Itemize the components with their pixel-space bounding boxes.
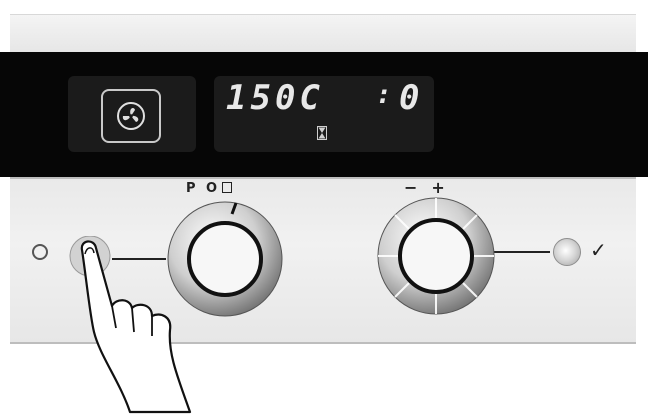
time-readout: 0 (399, 78, 424, 118)
minus-label: − (404, 178, 432, 197)
left-knob-label: P O (186, 181, 233, 196)
fan-icon (117, 102, 145, 130)
connector-line-right (494, 251, 550, 253)
left-knob-label-text: P O (186, 181, 221, 196)
pressing-hand-icon (69, 236, 192, 414)
readout-display: 150C : 0 (214, 76, 434, 152)
confirm-button[interactable] (553, 238, 581, 266)
mode-display (68, 76, 196, 152)
time-separator: : (376, 80, 396, 110)
mode-frame (101, 89, 161, 143)
plus-label: + (431, 178, 459, 197)
right-knob-label: −+ (404, 178, 459, 197)
circle-outline-icon (32, 244, 48, 260)
hourglass-icon (317, 126, 327, 140)
check-icon: ✓ (590, 238, 607, 262)
square-outline-icon (222, 182, 233, 193)
value-adjust-knob[interactable] (376, 196, 496, 316)
temperature-readout: 150C (226, 78, 324, 118)
top-trim (10, 14, 636, 53)
